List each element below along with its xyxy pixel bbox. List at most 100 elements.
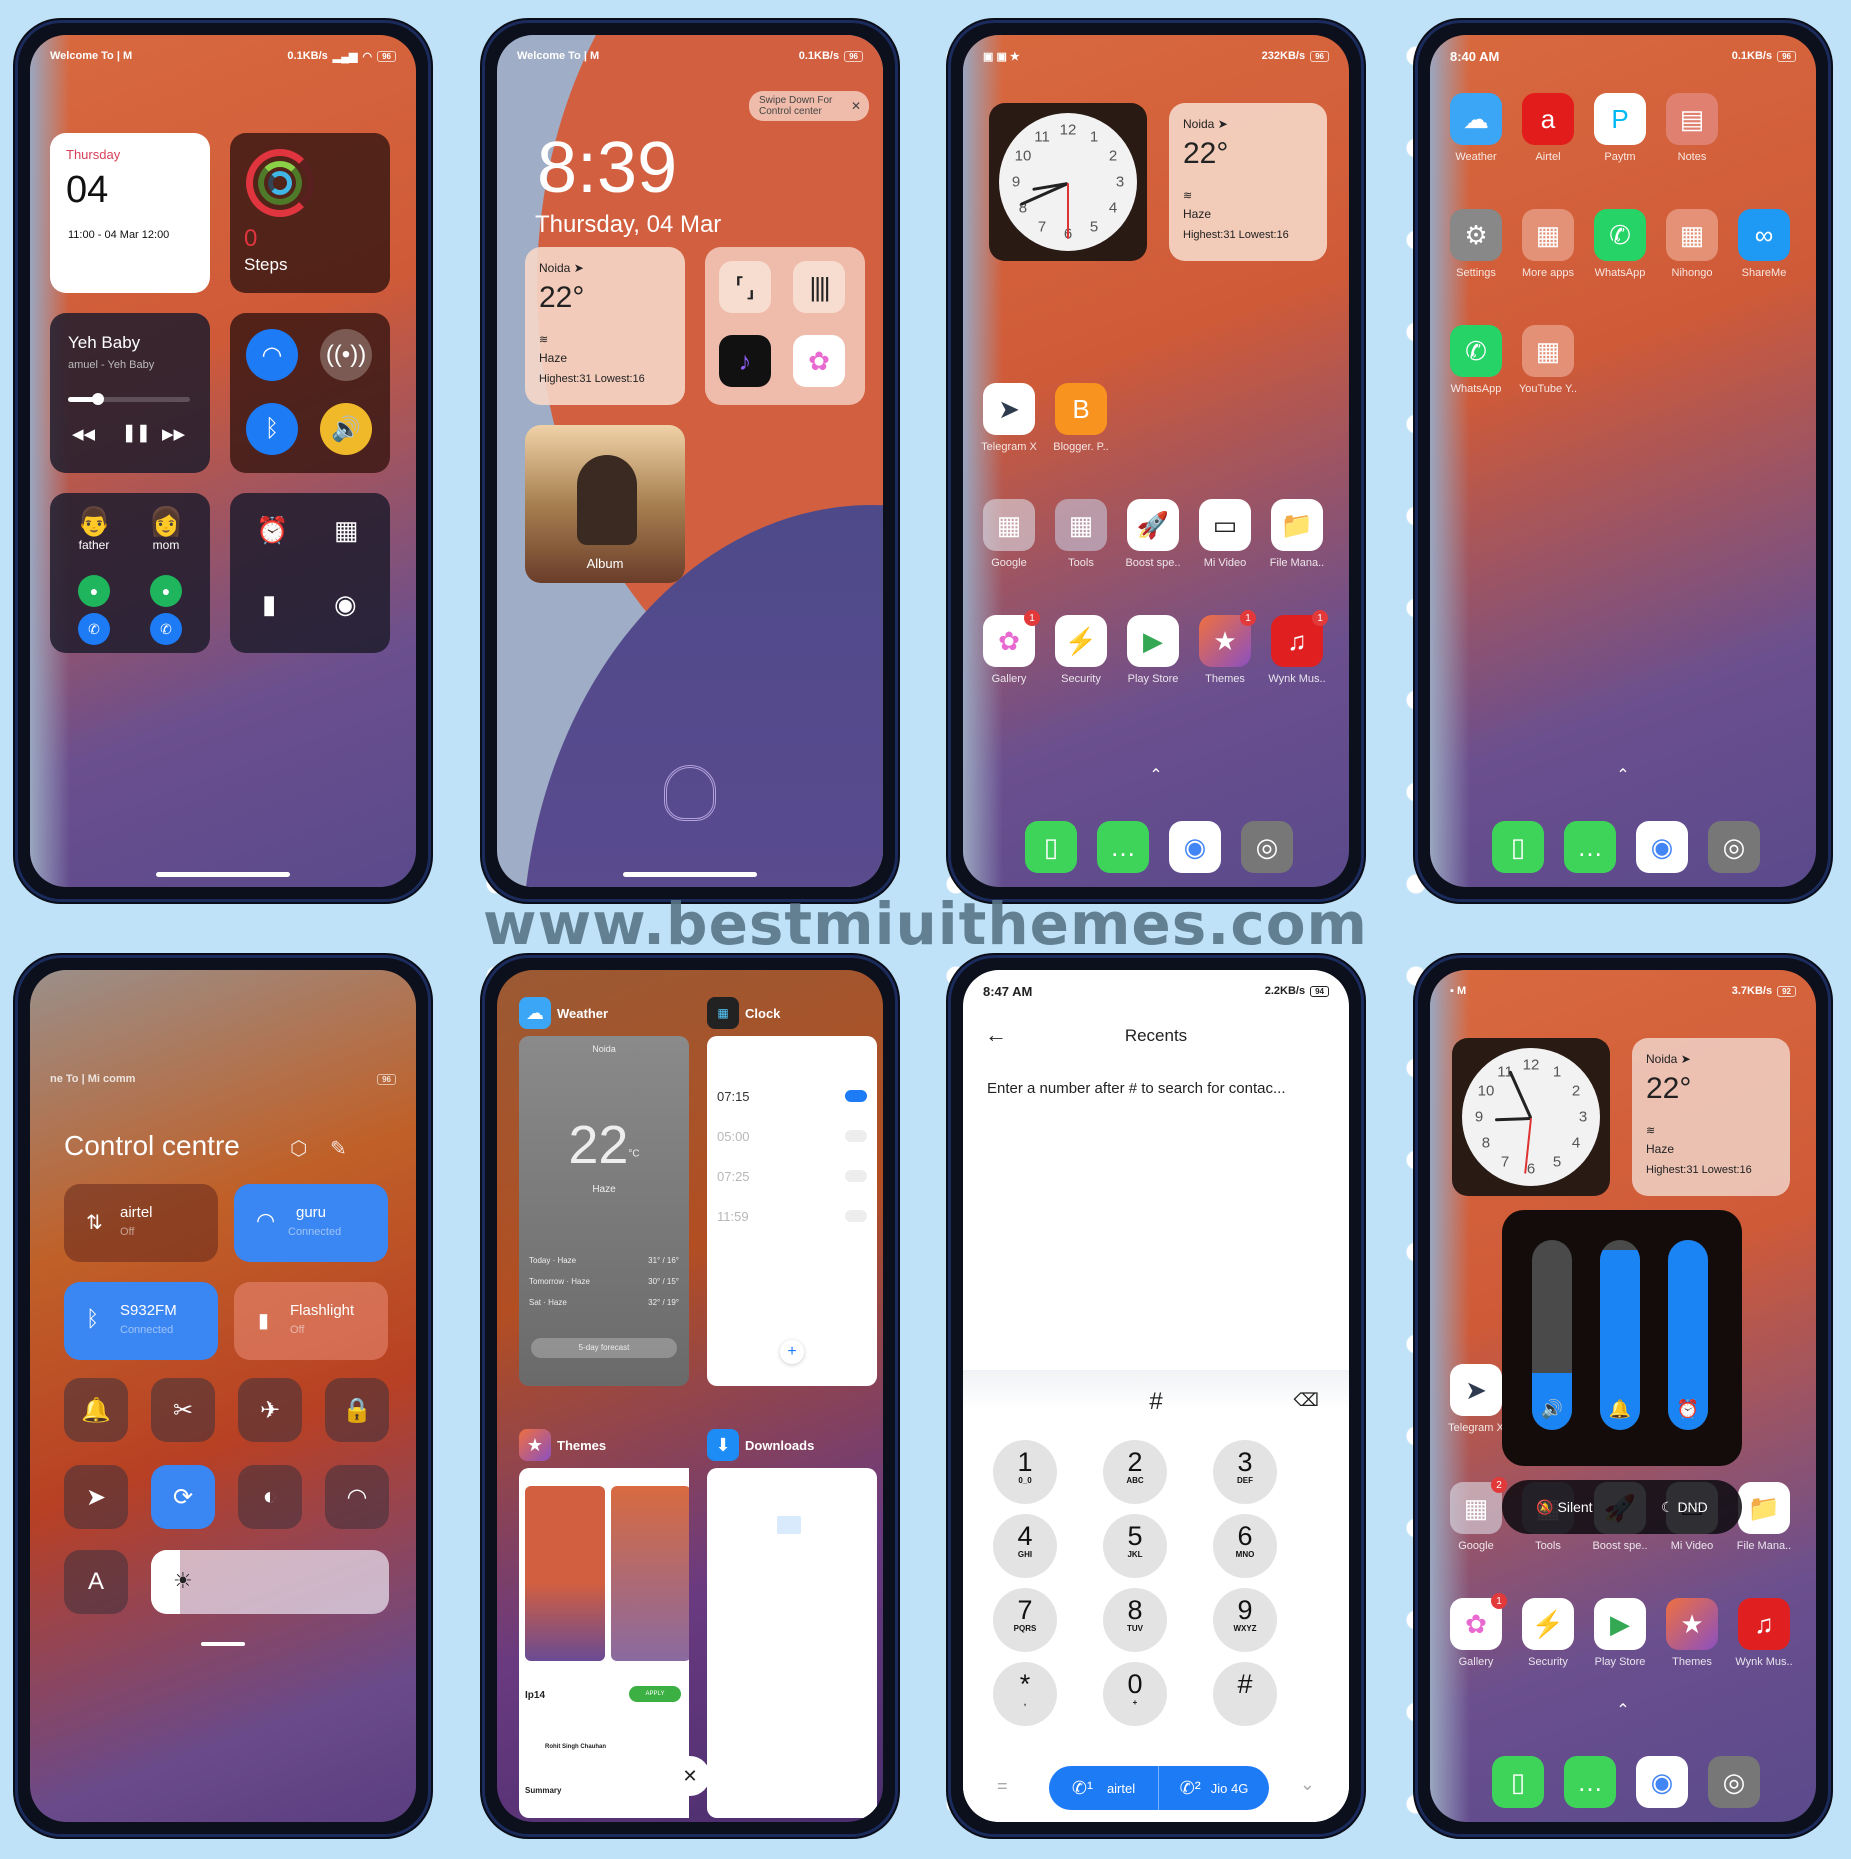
dial-key[interactable]: 1 0_0 (993, 1440, 1057, 1504)
app-drawer-chevron-icon[interactable]: ⌃ (1149, 765, 1162, 785)
ring-toggle[interactable]: 🔔 (64, 1378, 128, 1442)
app-tools[interactable]: ▦ Tools (1041, 499, 1121, 579)
app-play-store[interactable]: ▶ Play Store (1113, 615, 1193, 695)
app-play-store[interactable]: ▶ Play Store (1580, 1598, 1660, 1678)
call-sim2-button[interactable]: ✆² Jio 4G (1159, 1766, 1269, 1810)
mobile-data-tile[interactable]: ⇅ airtel Off (64, 1184, 218, 1262)
dock-chrome-icon[interactable]: ◉ (1636, 821, 1688, 873)
album-widget[interactable]: Album (525, 425, 685, 583)
app-google[interactable]: ▦ Google (969, 499, 1049, 579)
flashlight-tile[interactable]: ▮ Flashlight Off (234, 1282, 388, 1360)
app-security[interactable]: ⚡ Security (1041, 615, 1121, 695)
dial-input[interactable]: # (963, 1388, 1349, 1416)
app-airtel[interactable]: a Airtel (1508, 93, 1588, 173)
app-mi-video[interactable]: ▭ Mi Video (1185, 499, 1265, 579)
track-progress[interactable] (68, 393, 190, 405)
calendar-widget[interactable]: Thursday 04 11:00 - 04 Mar 12:00 (50, 133, 210, 293)
barcode-icon[interactable]: |||| (793, 261, 845, 313)
message-father-button[interactable]: ● (78, 575, 110, 607)
weather-widget[interactable]: Noida ➤ 22° ≋ Haze Highest:31 Lowest:16 (1169, 103, 1327, 261)
app-wynk-mus[interactable]: ♫ Wynk Mus.. (1724, 1598, 1804, 1678)
app-shareme[interactable]: ∞ ShareMe (1724, 209, 1804, 289)
menu-icon[interactable]: = (997, 1776, 1008, 1797)
dial-key[interactable]: 6 MNO (1213, 1514, 1277, 1578)
lock-toggle[interactable]: 🔒 (325, 1378, 389, 1442)
weather-widget[interactable]: Noida ➤ 22° ≋ Haze Highest:31 Lowest:16 (525, 247, 685, 405)
dock-phone-icon[interactable]: ▯ (1025, 821, 1077, 873)
dial-key[interactable]: 5 JKL (1103, 1514, 1167, 1578)
wifi-hotspot-toggle[interactable]: ◠ (325, 1465, 389, 1529)
dial-key[interactable]: *, (993, 1662, 1057, 1726)
app-gallery[interactable]: ✿ 1 Gallery (969, 610, 1049, 695)
clock-widget[interactable]: 123456789101112 (1452, 1038, 1610, 1196)
gallery-app-icon[interactable]: ✿ (793, 335, 845, 387)
app-whatsapp[interactable]: ✆ WhatsApp (1436, 325, 1516, 405)
recent-app-downloads[interactable]: ⬇ Downloads (707, 1428, 877, 1818)
app-themes[interactable]: ★ Themes (1652, 1598, 1732, 1678)
recent-app-weather[interactable]: ☁ Weather Noida 22°C Haze Today · Haze 31… (519, 996, 689, 1386)
alarm-volume-slider[interactable]: ⏰ (1668, 1240, 1708, 1430)
dock-messages-icon[interactable]: … (1564, 821, 1616, 873)
app-blogger-p[interactable]: B Blogger. P.. (1041, 383, 1121, 463)
app-paytm[interactable]: P Paytm (1580, 93, 1660, 173)
app-nihongo[interactable]: ▦ Nihongo (1652, 209, 1732, 289)
close-icon[interactable]: ✕ (851, 99, 861, 113)
home-indicator[interactable] (623, 872, 757, 877)
hotspot-toggle[interactable]: ((•)) (320, 329, 372, 381)
app-security[interactable]: ⚡ Security (1508, 1598, 1588, 1678)
backspace-icon[interactable]: ⌫ (1294, 1390, 1319, 1411)
dock-camera-icon[interactable]: ◎ (1708, 1756, 1760, 1808)
fitness-widget[interactable]: 0 Steps (230, 133, 390, 293)
dnd-button[interactable]: ☾ DND (1661, 1499, 1708, 1516)
app-drawer-chevron-icon[interactable]: ⌃ (1616, 765, 1629, 785)
message-mom-button[interactable]: ● (150, 575, 182, 607)
flashlight-icon[interactable]: ▮ (262, 589, 276, 620)
dock-messages-icon[interactable]: … (1564, 1756, 1616, 1808)
app-telegram-x[interactable]: ➤ Telegram X (969, 383, 1049, 463)
dock-phone-icon[interactable]: ▯ (1492, 1756, 1544, 1808)
airplane-toggle[interactable]: ✈ (238, 1378, 302, 1442)
clock-widget[interactable]: 123456789101112 (989, 103, 1147, 261)
wifi-toggle[interactable]: ◠ (246, 329, 298, 381)
contact-mom[interactable]: 👩 mom (138, 505, 194, 552)
dock-camera-icon[interactable]: ◎ (1708, 821, 1760, 873)
forward-icon[interactable]: ▶▶ (162, 425, 185, 443)
brightness-slider[interactable]: ☀ (151, 1550, 389, 1614)
wifi-tile[interactable]: ◠ guru Connected (234, 1184, 388, 1262)
app-boost-spe[interactable]: 🚀 Boost spe.. (1113, 499, 1193, 579)
media-volume-slider[interactable]: 🔊 (1532, 1240, 1572, 1430)
pause-icon[interactable]: ❚❚ (122, 423, 151, 443)
dial-key[interactable]: 0 + (1103, 1662, 1167, 1726)
calculator-icon[interactable]: ▦ (334, 515, 359, 546)
music-app-icon[interactable]: ♪ (719, 335, 771, 387)
dial-key[interactable]: 8 TUV (1103, 1588, 1167, 1652)
call-mom-button[interactable]: ✆ (150, 613, 182, 645)
ring-volume-slider[interactable]: 🔔 (1600, 1240, 1640, 1430)
call-sim1-button[interactable]: ✆¹ airtel (1049, 1766, 1159, 1810)
app-gallery[interactable]: ✿ 1 Gallery (1436, 1593, 1516, 1678)
edit-icon[interactable]: ✎ (330, 1136, 347, 1161)
dial-key[interactable]: 7 PQRS (993, 1588, 1057, 1652)
app-wynk-mus[interactable]: ♫ 1 Wynk Mus.. (1257, 610, 1337, 695)
handle[interactable] (201, 1642, 245, 1646)
recent-app-themes[interactable]: ★ Themes Ip14 APPLY Rohit Singh Chauhan … (519, 1428, 689, 1818)
dial-key[interactable]: 3 DEF (1213, 1440, 1277, 1504)
settings-icon[interactable]: ⬡ (290, 1136, 307, 1161)
rotation-lock-toggle[interactable]: ⟳ (151, 1465, 215, 1529)
home-indicator[interactable] (156, 872, 290, 877)
app-drawer-chevron-icon[interactable]: ⌃ (1616, 1700, 1629, 1720)
dock-camera-icon[interactable]: ◎ (1241, 821, 1293, 873)
app-notes[interactable]: ▤ Notes (1652, 93, 1732, 173)
app-whatsapp[interactable]: ✆ WhatsApp (1580, 209, 1660, 289)
dial-key[interactable]: 2 ABC (1103, 1440, 1167, 1504)
app-file-mana[interactable]: 📁 File Mana.. (1257, 499, 1337, 579)
dial-key[interactable]: 9 WXYZ (1213, 1588, 1277, 1652)
weather-widget[interactable]: Noida ➤ 22° ≋ Haze Highest:31 Lowest:16 (1632, 1038, 1790, 1196)
dial-key[interactable]: 4 GHI (993, 1514, 1057, 1578)
dock-chrome-icon[interactable]: ◉ (1636, 1756, 1688, 1808)
bluetooth-toggle[interactable]: ᛒ (246, 403, 298, 455)
dock-phone-icon[interactable]: ▯ (1492, 821, 1544, 873)
alarm-icon[interactable]: ⏰ (256, 515, 288, 546)
scanner-icon[interactable]: ⸢⸥ (719, 261, 771, 313)
app-weather[interactable]: ☁ Weather (1436, 93, 1516, 173)
